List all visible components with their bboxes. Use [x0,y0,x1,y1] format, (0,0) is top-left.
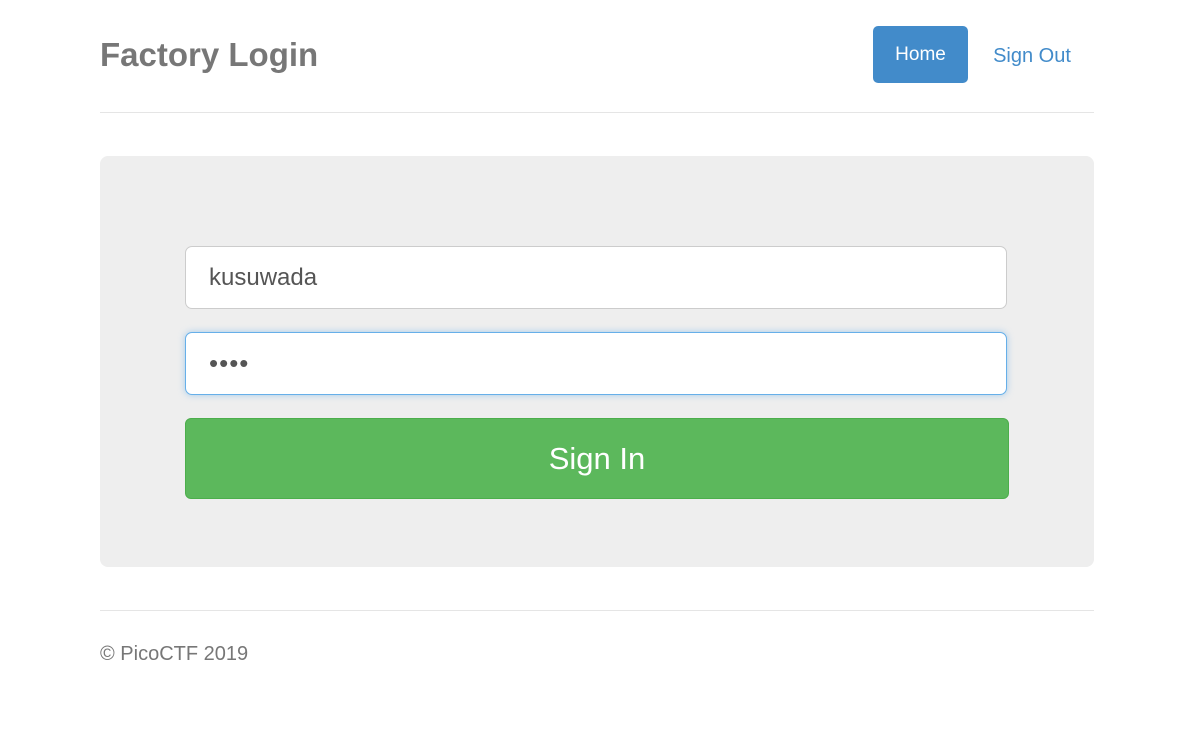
header: Factory Login Home Sign Out [100,0,1094,113]
page: Factory Login Home Sign Out kusuwada •••… [0,0,1200,734]
nav-home-button[interactable]: Home [873,26,968,83]
page-title: Factory Login [100,36,319,73]
login-panel: kusuwada •••• Sign In [100,156,1094,567]
username-field[interactable]: kusuwada [185,246,1007,309]
password-field[interactable]: •••• [185,332,1007,395]
footer: © PicoCTF 2019 [100,610,1094,665]
signin-button[interactable]: Sign In [185,418,1009,499]
nav-signout-link[interactable]: Sign Out [993,26,1071,83]
copyright-text: © PicoCTF 2019 [100,643,249,665]
